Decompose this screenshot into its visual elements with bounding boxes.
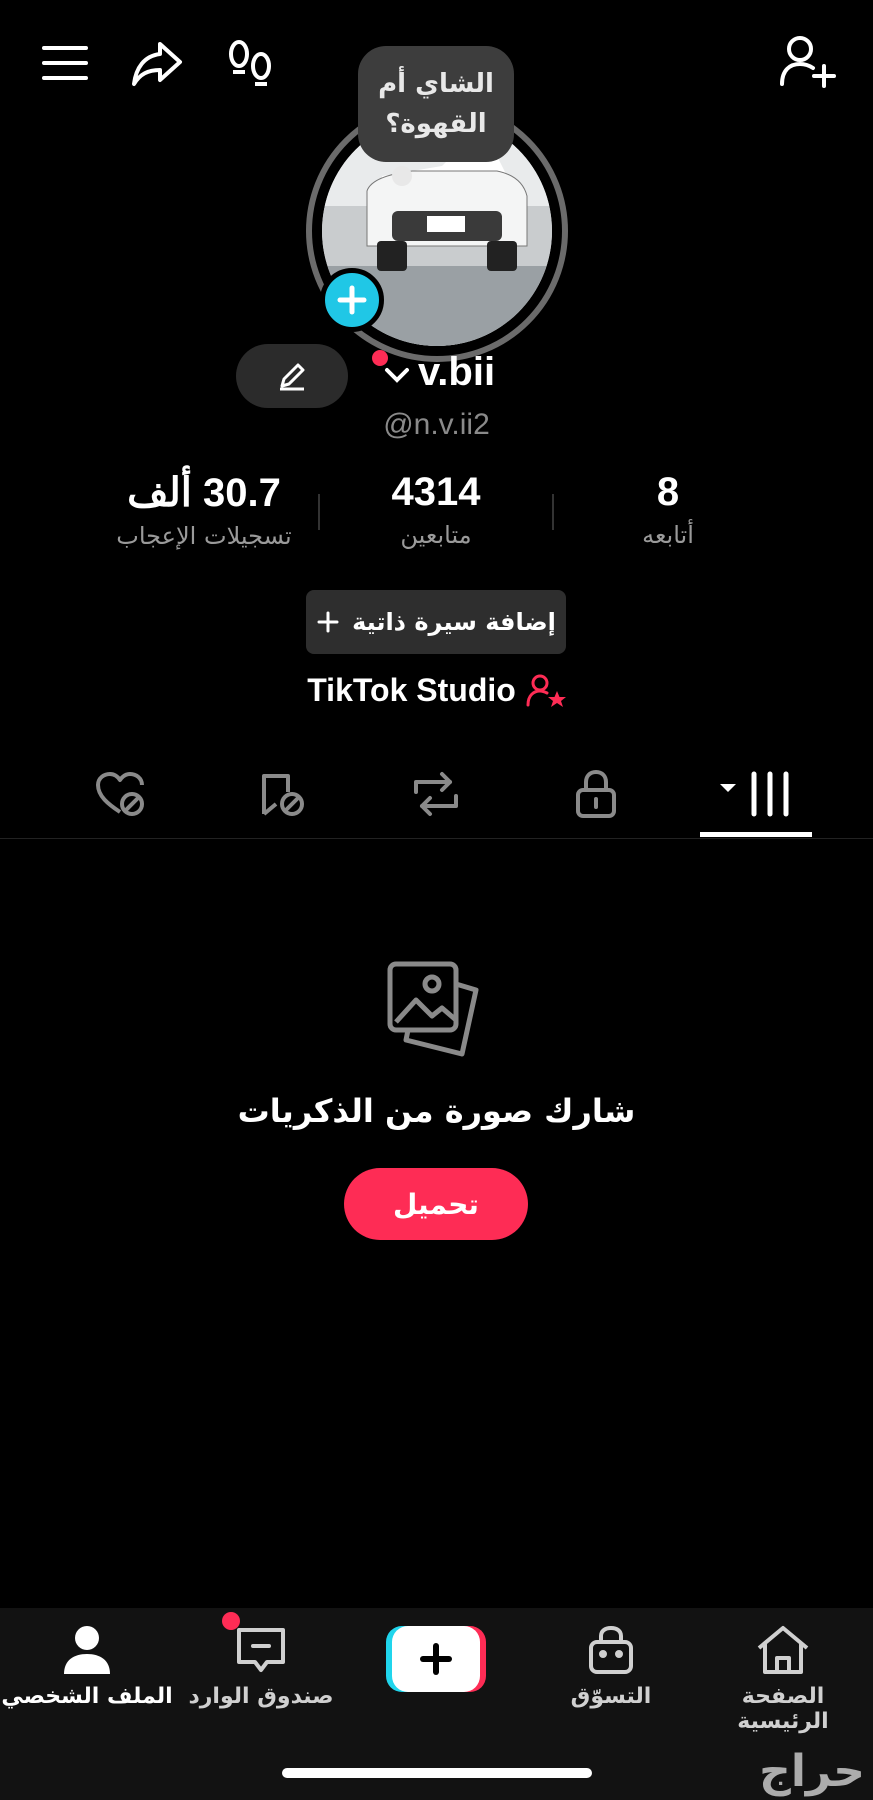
person-icon xyxy=(64,1626,110,1674)
followers-count: 4314 xyxy=(391,470,481,514)
user-star-icon xyxy=(526,674,566,707)
upload-label: تحميل xyxy=(393,1187,479,1221)
share-arrow-icon[interactable] xyxy=(130,38,182,88)
inbox-icon xyxy=(237,1628,285,1672)
studio-label: TikTok Studio xyxy=(307,672,516,708)
add-bio-label: إضافة سيرة ذاتية xyxy=(352,608,556,636)
active-tab-indicator xyxy=(700,832,812,837)
favorites-hidden-icon xyxy=(262,774,304,816)
empty-state-title: شارك صورة من الذكريات xyxy=(237,1092,636,1130)
tab-videos[interactable] xyxy=(716,766,796,822)
plus-icon xyxy=(337,285,367,315)
nav-profile[interactable]: الملف الشخصي xyxy=(0,1624,174,1709)
tab-divider xyxy=(0,838,873,839)
nav-inbox[interactable]: صندوق الوارد xyxy=(174,1624,348,1709)
following-stat[interactable]: 8 أتابعه xyxy=(548,470,788,549)
nav-home[interactable]: الصفحة الرئيسية xyxy=(696,1624,870,1734)
grid-icon xyxy=(720,771,789,817)
add-user-icon[interactable] xyxy=(780,34,836,88)
likes-label: تسجيلات الإعجاب xyxy=(116,522,292,550)
watermark-logo: حراج xyxy=(759,1746,865,1797)
following-label: أتابعه xyxy=(642,521,694,549)
username[interactable]: v.bii xyxy=(418,350,495,395)
notification-dot xyxy=(372,350,388,366)
pencil-icon xyxy=(280,363,305,391)
footprints-icon[interactable] xyxy=(226,38,276,88)
tiktok-studio-link[interactable]: TikTok Studio xyxy=(0,672,873,709)
tab-favorites[interactable] xyxy=(252,766,308,822)
chevron-down-icon[interactable] xyxy=(384,366,410,386)
lock-icon xyxy=(576,769,616,818)
create-button[interactable] xyxy=(386,1626,486,1692)
likes-count: 30.7 ألف xyxy=(127,471,281,515)
add-story-button[interactable] xyxy=(320,268,384,332)
plus-icon xyxy=(317,611,339,633)
upload-button[interactable]: تحميل xyxy=(344,1168,528,1240)
status-bubble[interactable]: الشاي أم القهوة؟ xyxy=(358,46,514,162)
edit-profile-button[interactable] xyxy=(236,344,348,408)
nav-home-label: الصفحة الرئيسية xyxy=(737,1684,829,1734)
tab-private[interactable] xyxy=(568,766,624,822)
shopping-bag-icon xyxy=(589,1626,633,1674)
liked-hidden-icon xyxy=(96,772,144,816)
nav-profile-label: الملف الشخصي xyxy=(1,1684,173,1709)
hamburger-icon[interactable] xyxy=(40,38,90,88)
home-indicator xyxy=(282,1768,592,1778)
following-count: 8 xyxy=(656,470,680,514)
nav-inbox-label: صندوق الوارد xyxy=(188,1684,334,1709)
add-bio-button[interactable]: إضافة سيرة ذاتية xyxy=(306,590,566,654)
home-icon xyxy=(757,1626,809,1674)
repost-icon xyxy=(414,772,458,816)
tab-reposts[interactable] xyxy=(408,766,464,822)
followers-stat[interactable]: 4314 متابعين xyxy=(316,470,556,549)
likes-stat[interactable]: 30.7 ألف تسجيلات الإعجاب xyxy=(84,470,324,550)
nav-shop-label: التسوّق xyxy=(570,1684,652,1709)
followers-label: متابعين xyxy=(400,521,472,549)
photos-icon xyxy=(386,958,486,1058)
nav-shop[interactable]: التسوّق xyxy=(524,1624,698,1709)
tab-liked[interactable] xyxy=(92,766,148,822)
user-handle: @n.v.ii2 xyxy=(383,408,490,441)
